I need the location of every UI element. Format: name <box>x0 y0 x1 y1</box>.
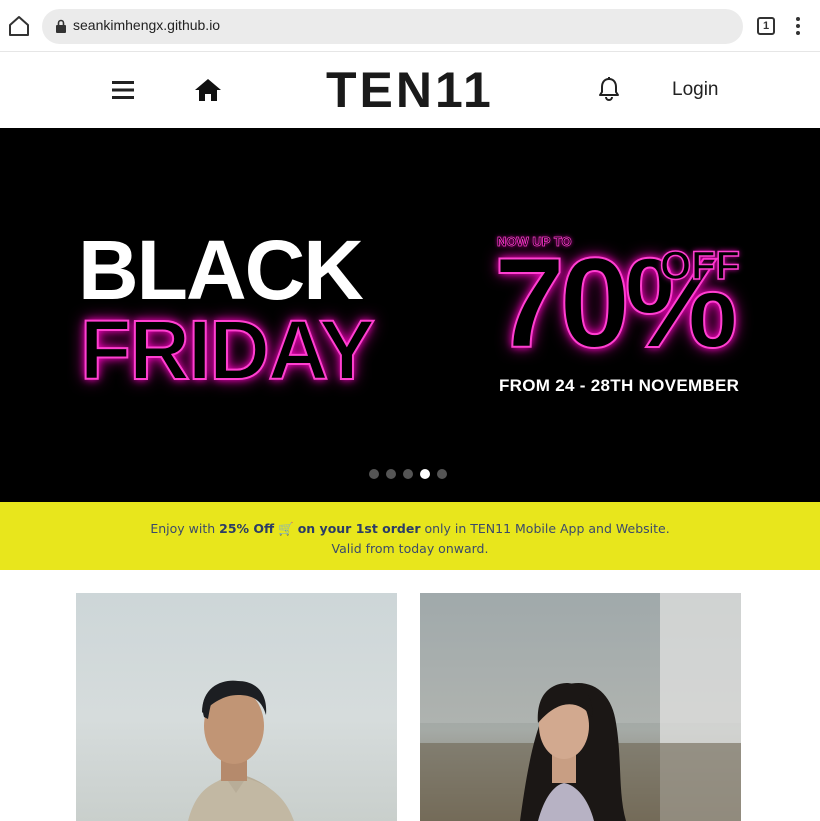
tab-count-button[interactable]: 1 <box>757 17 775 35</box>
carousel-dot[interactable] <box>403 469 413 479</box>
female-model-illustration <box>420 593 741 821</box>
male-model-illustration <box>188 680 294 821</box>
promo-banner: Enjoy with 25% Off 🛒 on your 1st order o… <box>0 502 820 570</box>
promo-prefix: Enjoy with <box>150 521 220 536</box>
home-icon[interactable] <box>194 78 222 102</box>
promo-suffix: only in TEN11 Mobile App and Website. <box>420 521 670 536</box>
more-vert-icon[interactable] <box>793 16 803 36</box>
banner-headline-friday: FRIDAY <box>79 303 376 397</box>
login-link[interactable]: Login <box>672 79 719 101</box>
product-image-male[interactable] <box>76 593 397 821</box>
bell-icon[interactable] <box>598 77 620 101</box>
carousel-dot[interactable] <box>437 469 447 479</box>
banner-dates: FROM 24 - 28TH NOVEMBER <box>499 376 740 395</box>
promo-discount: 25% Off <box>219 521 275 536</box>
browser-toolbar: seankimhengx.github.io 1 <box>0 0 820 52</box>
lock-icon <box>56 19 66 33</box>
promo-first-order: on your 1st order <box>297 521 421 536</box>
carousel-dot[interactable] <box>386 469 396 479</box>
address-bar[interactable]: seankimhengx.github.io <box>42 9 743 44</box>
promo-line-1: Enjoy with 25% Off 🛒 on your 1st order o… <box>0 519 820 539</box>
hamburger-menu-icon[interactable] <box>112 81 134 99</box>
banner-headline-black: BLACK <box>78 223 364 317</box>
banner-off: OFF <box>659 244 740 288</box>
product-image-female[interactable] <box>420 593 741 821</box>
carousel-dot[interactable] <box>420 469 430 479</box>
browser-home-icon[interactable] <box>8 15 30 37</box>
carousel-dot[interactable] <box>369 469 379 479</box>
promo-line-2: Valid from today onward. <box>331 541 489 556</box>
cart-icon: 🛒 <box>278 521 294 536</box>
hero-carousel[interactable]: BLACK FRIDAY NOW UP TO 70% OFF FROM 24 -… <box>0 128 820 502</box>
url-text: seankimhengx.github.io <box>73 17 221 33</box>
site-header: TEN11 Login <box>0 53 820 128</box>
site-logo[interactable]: TEN11 <box>326 62 494 118</box>
carousel-indicators <box>369 469 447 479</box>
